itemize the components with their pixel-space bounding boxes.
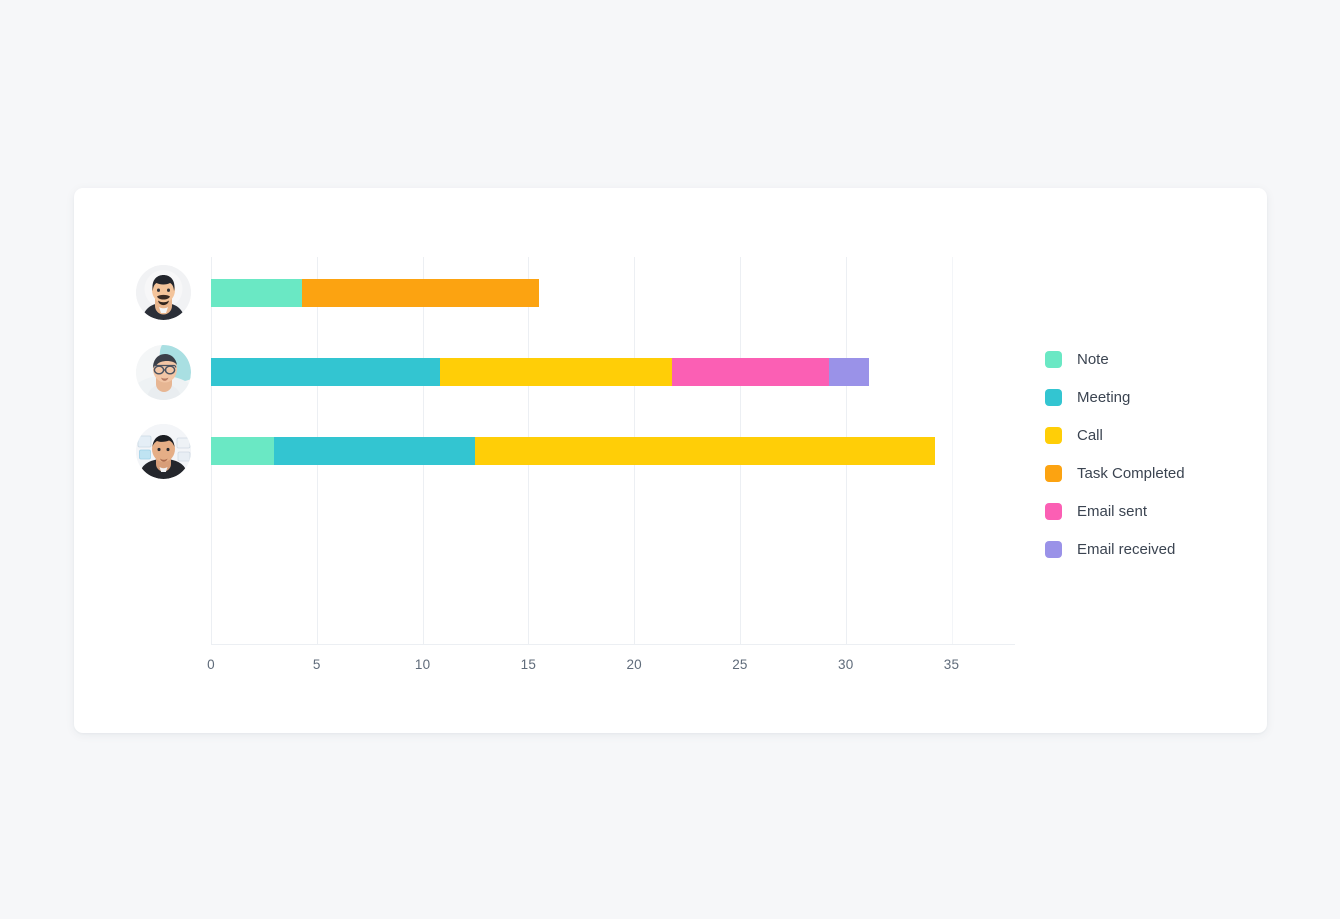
avatar-user-2[interactable] [136,345,191,400]
legend-item-label: Meeting [1077,388,1131,406]
legend-swatch-icon [1045,350,1062,368]
legend-item-label: Task Completed [1077,464,1185,482]
legend-item[interactable]: Email received [1045,530,1255,568]
legend-item-label: Email received [1077,540,1176,558]
legend-item-label: Note [1077,350,1109,368]
avatar-user-3[interactable] [136,424,191,479]
chart-legend: Note Meeting Call Task Completed Email sent E… [1045,340,1255,568]
chart-card: 0 5 10 15 20 25 30 35 Note Meeting Call … [74,188,1267,733]
legend-item[interactable]: Call [1045,416,1255,454]
legend-swatch-icon [1045,540,1062,558]
page-root: 0 5 10 15 20 25 30 35 Note Meeting Call … [0,0,1340,919]
legend-swatch-icon [1045,426,1062,444]
legend-item[interactable]: Meeting [1045,378,1255,416]
legend-swatch-icon [1045,388,1062,406]
legend-item[interactable]: Note [1045,340,1255,378]
avatar-user-1[interactable] [136,265,191,320]
legend-item-label: Call [1077,426,1103,444]
legend-item[interactable]: Task Completed [1045,454,1255,492]
legend-swatch-icon [1045,464,1062,482]
legend-swatch-icon [1045,502,1062,520]
legend-item-label: Email sent [1077,502,1148,520]
legend-item[interactable]: Email sent [1045,492,1255,530]
